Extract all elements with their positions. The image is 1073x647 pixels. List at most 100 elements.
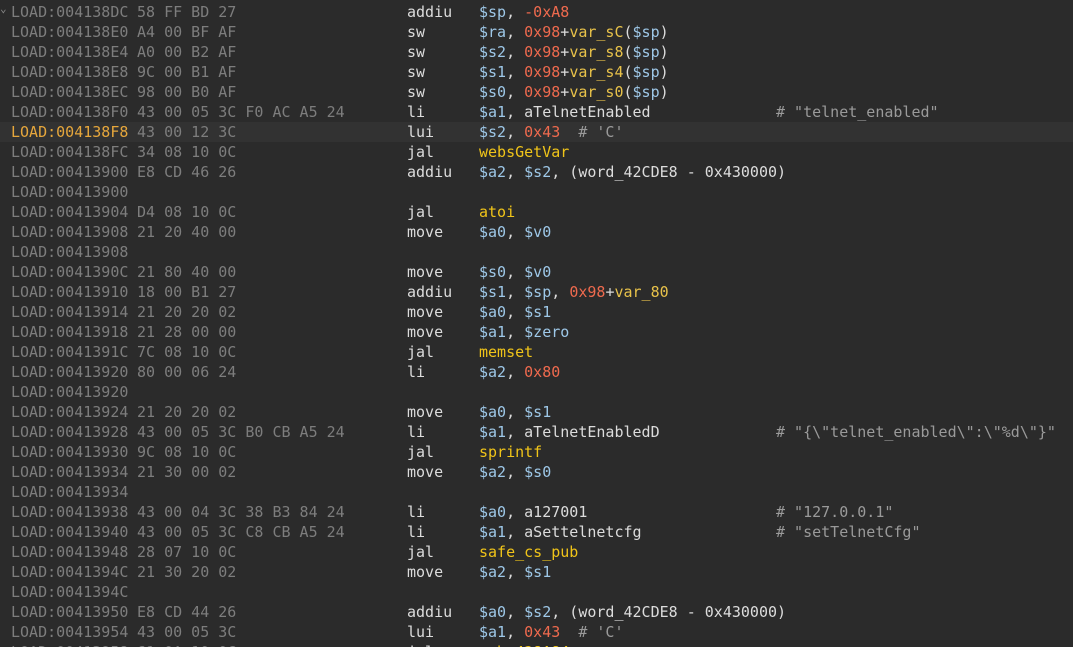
address-label[interactable]: LOAD:00413908 — [11, 242, 128, 262]
disasm-row[interactable]: LOAD:00413900 E8 CD 46 26 addiu $a2, $s2, (… — [0, 162, 1073, 182]
instruction-mnemonic[interactable]: sw — [407, 42, 425, 62]
register-operand[interactable]: $a2 — [479, 463, 506, 481]
register-operand[interactable]: $a0 — [479, 303, 506, 321]
instruction-mnemonic[interactable]: addiu — [407, 282, 452, 302]
register-operand[interactable]: $s1 — [479, 283, 506, 301]
instruction-operands[interactable]: memset — [479, 342, 533, 362]
instruction-mnemonic[interactable]: move — [407, 562, 443, 582]
address-label[interactable]: LOAD:004138F0 — [11, 102, 128, 122]
disasm-row[interactable]: LOAD:00413958 61 0A 10 0C jal sub_428A84 — [0, 642, 1073, 647]
instruction-mnemonic[interactable]: move — [407, 322, 443, 342]
register-operand[interactable]: $sp — [633, 63, 660, 81]
address-label[interactable]: LOAD:00413950 — [11, 602, 128, 622]
address-label[interactable]: LOAD:0041391C — [11, 342, 128, 362]
instruction-operands[interactable]: $a2, 0x80 — [479, 362, 560, 382]
address-label[interactable]: LOAD:004138E4 — [11, 42, 128, 62]
instruction-operands[interactable]: atoi — [479, 202, 515, 222]
address-label[interactable]: LOAD:00413900 — [11, 182, 128, 202]
instruction-operands[interactable]: $a1, $zero — [479, 322, 569, 342]
instruction-mnemonic[interactable]: move — [407, 302, 443, 322]
disasm-row[interactable]: LOAD:0041394C 21 30 20 02 move $a2, $s1 — [0, 562, 1073, 582]
disasm-row[interactable]: LOAD:0041390C 21 80 40 00 move $s0, $v0 — [0, 262, 1073, 282]
instruction-mnemonic[interactable]: li — [407, 102, 425, 122]
disasm-row[interactable]: LOAD:00413914 21 20 20 02 move $a0, $s1 — [0, 302, 1073, 322]
register-operand[interactable]: $s2 — [479, 43, 506, 61]
instruction-mnemonic[interactable]: addiu — [407, 602, 452, 622]
register-operand[interactable]: $s2 — [524, 603, 551, 621]
instruction-operands[interactable]: $s1, 0x98+var_s4($sp) — [479, 62, 669, 82]
disasm-row[interactable]: LOAD:00413920 — [0, 382, 1073, 402]
variable-operand[interactable]: var_sC — [569, 23, 623, 41]
address-label[interactable]: LOAD:004138EC — [11, 82, 128, 102]
disasm-row[interactable]: LOAD:0041391C 7C 08 10 0C jal memset — [0, 342, 1073, 362]
instruction-operands[interactable]: safe_cs_pub — [479, 542, 578, 562]
instruction-mnemonic[interactable]: li — [407, 362, 425, 382]
address-label[interactable]: LOAD:004138DC — [11, 2, 128, 22]
disasm-row[interactable]: LOAD:004138E4 A0 00 B2 AF sw $s2, 0x98+var_… — [0, 42, 1073, 62]
register-operand[interactable]: $sp — [633, 83, 660, 101]
instruction-mnemonic[interactable]: li — [407, 422, 425, 442]
register-operand[interactable]: $v0 — [524, 263, 551, 281]
register-operand[interactable]: $s0 — [524, 463, 551, 481]
address-label[interactable]: LOAD:00413938 — [11, 502, 128, 522]
function-name[interactable]: websGetVar — [479, 143, 569, 161]
address-label[interactable]: LOAD:00413910 — [11, 282, 128, 302]
register-operand[interactable]: $a0 — [479, 503, 506, 521]
instruction-operands[interactable]: $a2, $s2, (word_42CDE8 - 0x430000) — [479, 162, 786, 182]
address-label[interactable]: LOAD:00413930 — [11, 442, 128, 462]
address-label[interactable]: LOAD:00413900 — [11, 162, 128, 182]
disasm-row[interactable]: LOAD:00413934 21 30 00 02 move $a2, $s0 — [0, 462, 1073, 482]
instruction-mnemonic[interactable]: sw — [407, 82, 425, 102]
register-operand[interactable]: $sp — [633, 43, 660, 61]
address-label[interactable]: LOAD:00413920 — [11, 362, 128, 382]
function-name[interactable]: sprintf — [479, 443, 542, 461]
disasm-row[interactable]: LOAD:004138DC 58 FF BD 27 addiu $sp, -0xA8 — [0, 2, 1073, 22]
address-label[interactable]: LOAD:004138E8 — [11, 62, 128, 82]
instruction-operands[interactable]: $s0, 0x98+var_s0($sp) — [479, 82, 669, 102]
disasm-row[interactable]: LOAD:004138EC 98 00 B0 AF sw $s0, 0x98+var_… — [0, 82, 1073, 102]
instruction-operands[interactable]: $a1, aTelnetEnabledD — [479, 422, 660, 442]
register-operand[interactable]: $a1 — [479, 103, 506, 121]
address-label[interactable]: LOAD:00413958 — [11, 642, 128, 647]
register-operand[interactable]: $a1 — [479, 623, 506, 641]
disasm-row[interactable]: LOAD:004138E0 A4 00 BF AF sw $ra, 0x98+var_… — [0, 22, 1073, 42]
instruction-mnemonic[interactable]: addiu — [407, 2, 452, 22]
address-label[interactable]: LOAD:00413954 — [11, 622, 128, 642]
address-label[interactable]: LOAD:00413904 — [11, 202, 128, 222]
instruction-operands[interactable]: sub_428A84 — [479, 642, 569, 647]
address-label[interactable]: LOAD:00413920 — [11, 382, 128, 402]
address-label[interactable]: LOAD:00413914 — [11, 302, 128, 322]
disasm-row[interactable]: LOAD:004138F0 43 00 05 3C F0 AC A5 24 li $a… — [0, 102, 1073, 122]
instruction-mnemonic[interactable]: jal — [407, 142, 434, 162]
function-name[interactable]: safe_cs_pub — [479, 543, 578, 561]
address-label[interactable]: LOAD:00413934 — [11, 462, 128, 482]
register-operand[interactable]: $s0 — [479, 263, 506, 281]
register-operand[interactable]: $s0 — [479, 83, 506, 101]
instruction-operands[interactable]: $a0, $s1 — [479, 402, 551, 422]
disasm-row[interactable]: LOAD:00413904 D4 08 10 0C jal atoi — [0, 202, 1073, 222]
address-label[interactable]: LOAD:00413940 — [11, 522, 128, 542]
disasm-row[interactable]: LOAD:00413918 21 28 00 00 move $a1, $zero — [0, 322, 1073, 342]
disasm-row[interactable]: LOAD:00413938 43 00 04 3C 38 B3 84 24 li $a… — [0, 502, 1073, 522]
instruction-mnemonic[interactable]: jal — [407, 542, 434, 562]
disasm-row[interactable]: LOAD:00413940 43 00 05 3C C8 CB A5 24 li $a… — [0, 522, 1073, 542]
instruction-operands[interactable]: $a1, 0x43 # 'C' — [479, 622, 624, 642]
register-operand[interactable]: $sp — [479, 3, 506, 21]
disasm-row[interactable]: LOAD:00413920 80 00 06 24 li $a2, 0x80 — [0, 362, 1073, 382]
variable-operand[interactable]: var_80 — [614, 283, 668, 301]
disasm-row[interactable]: LOAD:00413948 28 07 10 0C jal safe_cs_pub — [0, 542, 1073, 562]
function-name[interactable]: sub_428A84 — [479, 643, 569, 647]
instruction-operands[interactable]: $ra, 0x98+var_sC($sp) — [479, 22, 669, 42]
register-operand[interactable]: $a0 — [479, 223, 506, 241]
register-operand[interactable]: $s1 — [524, 303, 551, 321]
register-operand[interactable]: $s2 — [479, 123, 506, 141]
address-label[interactable]: LOAD:0041394C — [11, 582, 128, 602]
register-operand[interactable]: $ra — [479, 23, 506, 41]
instruction-mnemonic[interactable]: addiu — [407, 162, 452, 182]
address-label[interactable]: LOAD:004138E0 — [11, 22, 128, 42]
disasm-row[interactable]: LOAD:00413954 43 00 05 3C lui $a1, 0x43 # '… — [0, 622, 1073, 642]
instruction-mnemonic[interactable]: jal — [407, 642, 434, 647]
variable-operand[interactable]: var_s0 — [569, 83, 623, 101]
address-label[interactable]: LOAD:0041390C — [11, 262, 128, 282]
register-operand[interactable]: $zero — [524, 323, 569, 341]
